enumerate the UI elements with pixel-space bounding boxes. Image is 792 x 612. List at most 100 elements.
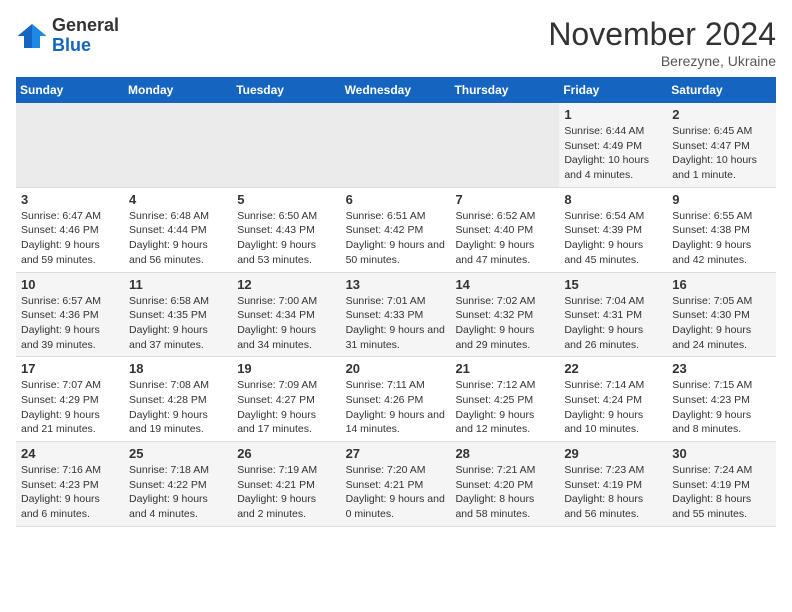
location: Berezyne, Ukraine	[548, 53, 776, 69]
day-info: Sunrise: 7:08 AM Sunset: 4:28 PM Dayligh…	[129, 378, 227, 437]
day-cell: 19 Sunrise: 7:09 AM Sunset: 4:27 PM Dayli…	[232, 357, 340, 442]
col-friday: Friday	[559, 77, 667, 103]
day-number: 27	[346, 446, 446, 461]
day-info: Sunrise: 7:01 AM Sunset: 4:33 PM Dayligh…	[346, 294, 446, 353]
day-cell	[232, 103, 340, 187]
header-row: Sunday Monday Tuesday Wednesday Thursday…	[16, 77, 776, 103]
day-cell: 26Sunrise: 7:19 AM Sunset: 4:21 PM Dayli…	[232, 442, 340, 527]
day-number: 5	[237, 192, 335, 207]
day-number: 24	[21, 446, 119, 461]
day-info: Sunrise: 6:45 AM Sunset: 4:47 PM Dayligh…	[672, 124, 771, 183]
week-row-3: 10Sunrise: 6:57 AM Sunset: 4:36 PM Dayli…	[16, 272, 776, 357]
calendar-table: Sunday Monday Tuesday Wednesday Thursday…	[16, 77, 776, 527]
day-info: Sunrise: 6:58 AM Sunset: 4:35 PM Dayligh…	[129, 294, 227, 353]
day-info: Sunrise: 7:23 AM Sunset: 4:19 PM Dayligh…	[564, 463, 662, 522]
day-cell: 2 Sunrise: 6:45 AM Sunset: 4:47 PM Daylig…	[667, 103, 776, 187]
day-cell	[450, 103, 559, 187]
day-info: Sunrise: 7:15 AM Sunset: 4:23 PM Dayligh…	[672, 378, 771, 437]
day-info: Sunrise: 6:47 AM Sunset: 4:46 PM Dayligh…	[21, 209, 119, 268]
day-cell: 23 Sunrise: 7:15 AM Sunset: 4:23 PM Dayli…	[667, 357, 776, 442]
col-tuesday: Tuesday	[232, 77, 340, 103]
day-info: Sunrise: 7:09 AM Sunset: 4:27 PM Dayligh…	[237, 378, 335, 437]
day-cell: 24 Sunrise: 7:16 AM Sunset: 4:23 PM Dayli…	[16, 442, 124, 527]
day-cell: 13 Sunrise: 7:01 AM Sunset: 4:33 PM Dayli…	[341, 272, 451, 357]
day-info: Sunrise: 7:20 AM Sunset: 4:21 PM Dayligh…	[346, 463, 446, 522]
day-info: Sunrise: 7:21 AM Sunset: 4:20 PM Dayligh…	[455, 463, 554, 522]
logo-text: General Blue	[52, 16, 119, 56]
page-header: General Blue November 2024 Berezyne, Ukr…	[16, 16, 776, 69]
day-number: 28	[455, 446, 554, 461]
day-info: Sunrise: 6:50 AM Sunset: 4:43 PM Dayligh…	[237, 209, 335, 268]
day-number: 14	[455, 277, 554, 292]
day-number: 30	[672, 446, 771, 461]
day-number: 2	[672, 107, 771, 122]
day-cell: 10Sunrise: 6:57 AM Sunset: 4:36 PM Dayli…	[16, 272, 124, 357]
day-info: Sunrise: 6:55 AM Sunset: 4:38 PM Dayligh…	[672, 209, 771, 268]
calendar-header: Sunday Monday Tuesday Wednesday Thursday…	[16, 77, 776, 103]
day-number: 19	[237, 361, 335, 376]
col-sunday: Sunday	[16, 77, 124, 103]
day-info: Sunrise: 7:14 AM Sunset: 4:24 PM Dayligh…	[564, 378, 662, 437]
day-info: Sunrise: 7:12 AM Sunset: 4:25 PM Dayligh…	[455, 378, 554, 437]
day-info: Sunrise: 6:51 AM Sunset: 4:42 PM Dayligh…	[346, 209, 446, 268]
week-row-1: 1 Sunrise: 6:44 AM Sunset: 4:49 PM Daylig…	[16, 103, 776, 187]
week-row-2: 3Sunrise: 6:47 AM Sunset: 4:46 PM Daylig…	[16, 187, 776, 272]
day-info: Sunrise: 6:54 AM Sunset: 4:39 PM Dayligh…	[564, 209, 662, 268]
day-info: Sunrise: 7:04 AM Sunset: 4:31 PM Dayligh…	[564, 294, 662, 353]
day-cell: 9 Sunrise: 6:55 AM Sunset: 4:38 PM Daylig…	[667, 187, 776, 272]
day-info: Sunrise: 7:19 AM Sunset: 4:21 PM Dayligh…	[237, 463, 335, 522]
day-number: 12	[237, 277, 335, 292]
day-cell	[341, 103, 451, 187]
day-number: 4	[129, 192, 227, 207]
day-number: 25	[129, 446, 227, 461]
day-cell: 22 Sunrise: 7:14 AM Sunset: 4:24 PM Dayli…	[559, 357, 667, 442]
day-cell: 5 Sunrise: 6:50 AM Sunset: 4:43 PM Daylig…	[232, 187, 340, 272]
day-info: Sunrise: 7:11 AM Sunset: 4:26 PM Dayligh…	[346, 378, 446, 437]
day-cell: 29 Sunrise: 7:23 AM Sunset: 4:19 PM Dayli…	[559, 442, 667, 527]
day-number: 15	[564, 277, 662, 292]
day-cell: 1 Sunrise: 6:44 AM Sunset: 4:49 PM Daylig…	[559, 103, 667, 187]
day-cell: 7Sunrise: 6:52 AM Sunset: 4:40 PM Daylig…	[450, 187, 559, 272]
col-wednesday: Wednesday	[341, 77, 451, 103]
month-year: November 2024	[548, 16, 776, 53]
col-monday: Monday	[124, 77, 232, 103]
day-number: 1	[564, 107, 662, 122]
logo-icon	[16, 20, 48, 52]
day-number: 11	[129, 277, 227, 292]
calendar-body: 1 Sunrise: 6:44 AM Sunset: 4:49 PM Daylig…	[16, 103, 776, 526]
day-info: Sunrise: 6:52 AM Sunset: 4:40 PM Dayligh…	[455, 209, 554, 268]
day-cell	[16, 103, 124, 187]
day-info: Sunrise: 7:00 AM Sunset: 4:34 PM Dayligh…	[237, 294, 335, 353]
day-cell: 4 Sunrise: 6:48 AM Sunset: 4:44 PM Daylig…	[124, 187, 232, 272]
day-number: 23	[672, 361, 771, 376]
day-number: 9	[672, 192, 771, 207]
day-cell: 12 Sunrise: 7:00 AM Sunset: 4:34 PM Dayli…	[232, 272, 340, 357]
day-cell: 14Sunrise: 7:02 AM Sunset: 4:32 PM Dayli…	[450, 272, 559, 357]
day-number: 13	[346, 277, 446, 292]
day-info: Sunrise: 7:18 AM Sunset: 4:22 PM Dayligh…	[129, 463, 227, 522]
day-cell: 20Sunrise: 7:11 AM Sunset: 4:26 PM Dayli…	[341, 357, 451, 442]
day-cell: 15 Sunrise: 7:04 AM Sunset: 4:31 PM Dayli…	[559, 272, 667, 357]
day-number: 18	[129, 361, 227, 376]
day-number: 22	[564, 361, 662, 376]
day-cell: 11 Sunrise: 6:58 AM Sunset: 4:35 PM Dayli…	[124, 272, 232, 357]
day-cell: 30Sunrise: 7:24 AM Sunset: 4:19 PM Dayli…	[667, 442, 776, 527]
col-saturday: Saturday	[667, 77, 776, 103]
day-number: 10	[21, 277, 119, 292]
col-thursday: Thursday	[450, 77, 559, 103]
day-info: Sunrise: 6:44 AM Sunset: 4:49 PM Dayligh…	[564, 124, 662, 183]
day-number: 8	[564, 192, 662, 207]
day-info: Sunrise: 7:16 AM Sunset: 4:23 PM Dayligh…	[21, 463, 119, 522]
day-info: Sunrise: 6:48 AM Sunset: 4:44 PM Dayligh…	[129, 209, 227, 268]
day-number: 16	[672, 277, 771, 292]
day-number: 29	[564, 446, 662, 461]
day-cell: 17Sunrise: 7:07 AM Sunset: 4:29 PM Dayli…	[16, 357, 124, 442]
day-cell: 18 Sunrise: 7:08 AM Sunset: 4:28 PM Dayli…	[124, 357, 232, 442]
day-cell: 25 Sunrise: 7:18 AM Sunset: 4:22 PM Dayli…	[124, 442, 232, 527]
day-cell: 16Sunrise: 7:05 AM Sunset: 4:30 PM Dayli…	[667, 272, 776, 357]
title-block: November 2024 Berezyne, Ukraine	[548, 16, 776, 69]
week-row-4: 17Sunrise: 7:07 AM Sunset: 4:29 PM Dayli…	[16, 357, 776, 442]
day-number: 21	[455, 361, 554, 376]
week-row-5: 24 Sunrise: 7:16 AM Sunset: 4:23 PM Dayli…	[16, 442, 776, 527]
day-cell: 21 Sunrise: 7:12 AM Sunset: 4:25 PM Dayli…	[450, 357, 559, 442]
